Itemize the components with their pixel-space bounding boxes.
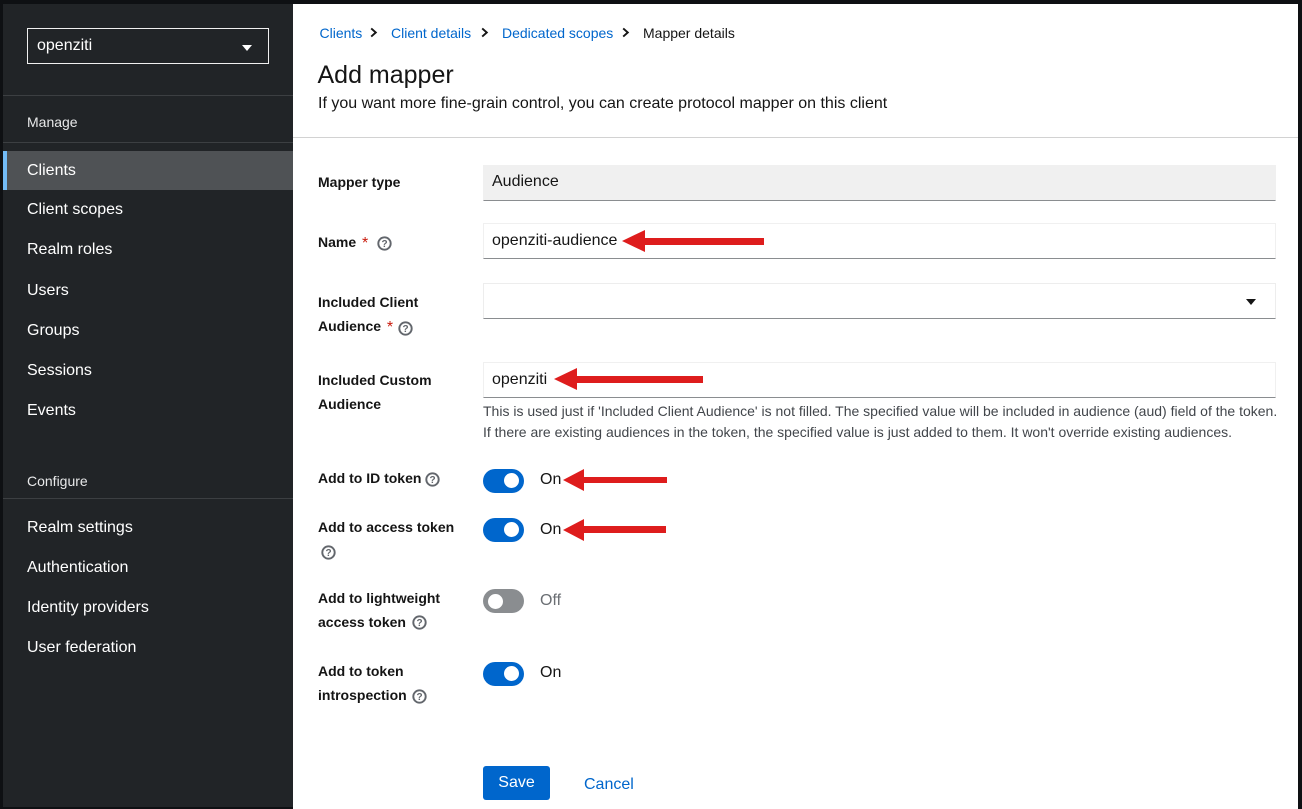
svg-text:?: ? <box>416 692 422 703</box>
svg-text:?: ? <box>402 324 408 335</box>
svg-text:?: ? <box>381 239 387 250</box>
svg-text:?: ? <box>430 475 436 486</box>
svg-text:?: ? <box>325 548 331 559</box>
svg-text:?: ? <box>417 618 423 629</box>
